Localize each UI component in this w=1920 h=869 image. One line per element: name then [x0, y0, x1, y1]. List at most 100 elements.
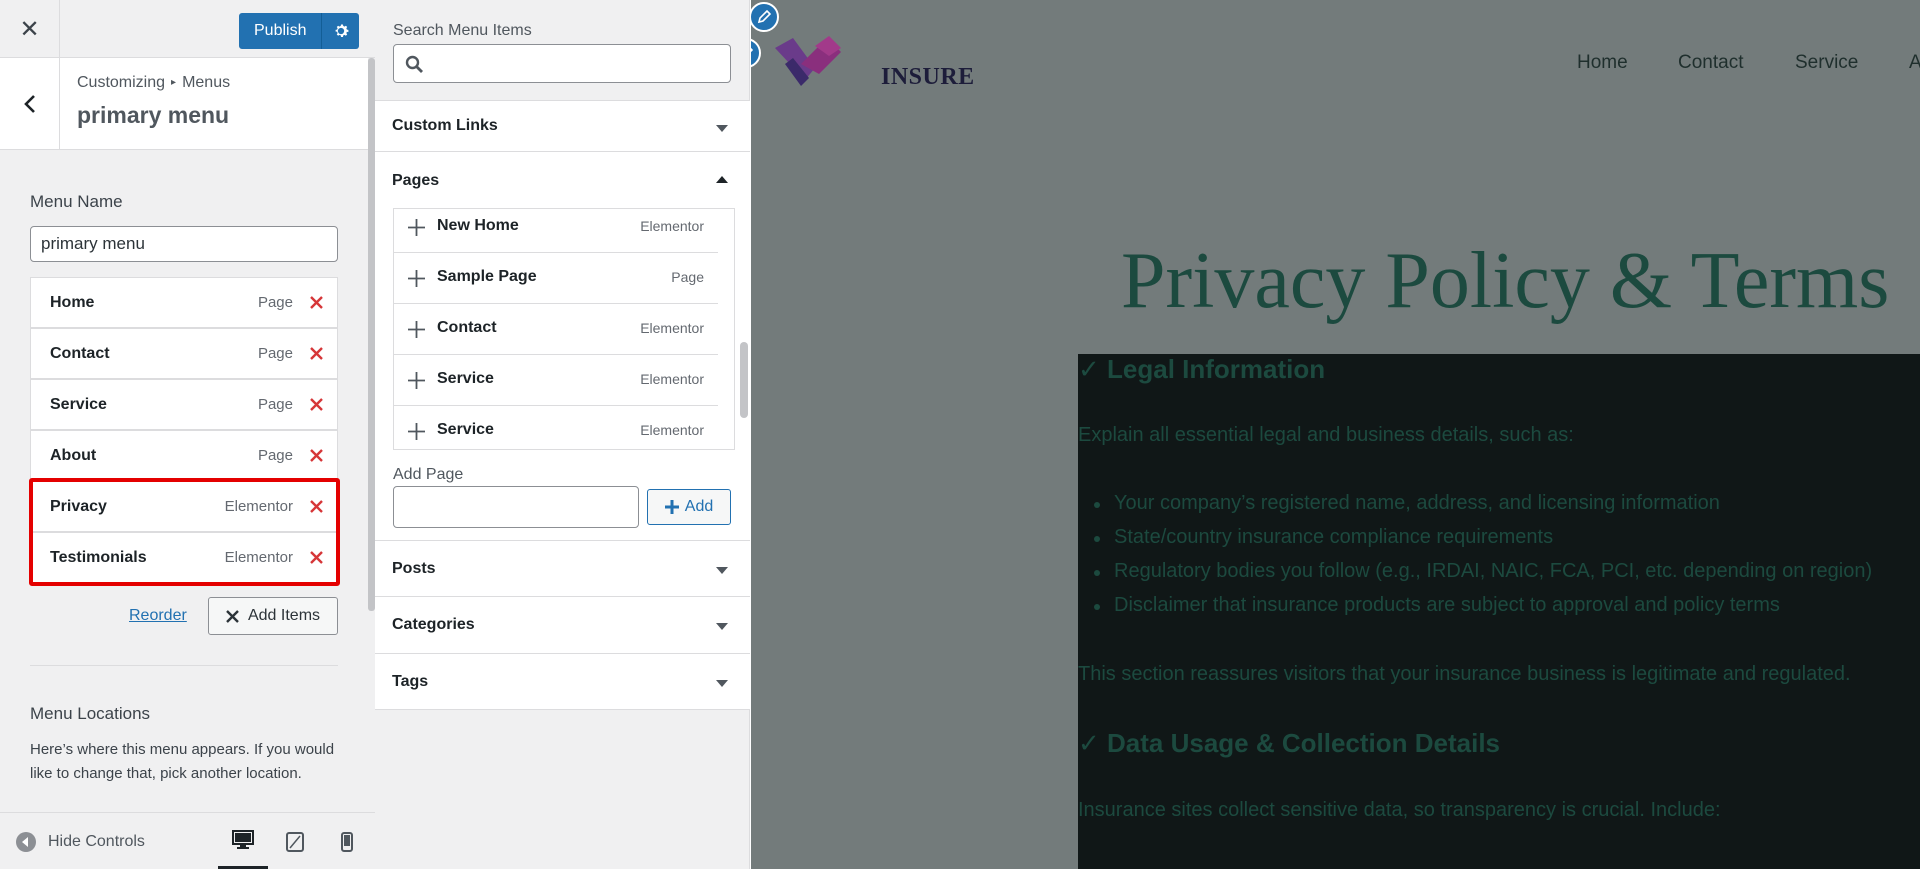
collapse-arrow-icon	[16, 831, 36, 852]
breadcrumb-separator-icon: ▸	[171, 77, 177, 88]
hide-controls-label: Hide Controls	[48, 832, 145, 850]
chevron-down-icon	[716, 567, 728, 574]
close-icon: ✕	[19, 15, 40, 43]
section-custom-links[interactable]: Custom Links	[375, 100, 750, 152]
add-items-label: Add Items	[247, 607, 321, 624]
menu-item[interactable]: Privacy Elementor	[30, 481, 338, 532]
list-item[interactable]: Sample Page Page	[394, 253, 718, 304]
mobile-icon	[341, 831, 353, 852]
paragraph: Explain all essential legal and business…	[1078, 424, 1574, 446]
section-posts[interactable]: Posts	[375, 540, 750, 597]
remove-menu-item-button[interactable]	[307, 345, 325, 363]
menu-locations-title: Menu Locations	[30, 704, 151, 723]
remove-menu-item-button[interactable]	[307, 294, 325, 312]
preview-desktop-button[interactable]	[218, 813, 268, 869]
delete-x-icon	[309, 398, 323, 411]
publish-button[interactable]: Publish	[239, 13, 322, 49]
page-hero-title: Privacy Policy & Terms	[1121, 237, 1890, 325]
page-title: Sample Page	[437, 268, 537, 285]
add-page-button-label: Add	[684, 498, 714, 515]
back-button[interactable]	[0, 58, 60, 150]
menu-item[interactable]: Service Page	[30, 379, 338, 430]
gear-icon	[335, 24, 349, 37]
pages-scrollbar[interactable]	[740, 342, 748, 418]
search-menu-items-input[interactable]	[393, 44, 731, 83]
search-icon	[405, 55, 423, 73]
menu-item-title: Home	[50, 293, 95, 311]
preview-mobile-button[interactable]	[322, 813, 372, 869]
chevron-down-icon	[716, 125, 728, 132]
chevron-down-icon	[716, 623, 728, 630]
section-title: Posts	[392, 560, 436, 577]
menu-item-title: Service	[50, 395, 107, 413]
menu-name-label: Menu Name	[30, 192, 123, 211]
panel-header: Customizing ▸ Menus primary menu	[0, 58, 368, 150]
panel-title: primary menu	[77, 102, 230, 128]
close-customizer-button[interactable]: ✕	[0, 0, 60, 58]
desktop-icon	[232, 829, 254, 849]
list-item: Disclaimer that insurance products are s…	[1094, 594, 1780, 616]
page-type: Elementor	[640, 371, 704, 387]
nav-link-contact[interactable]: Contact	[1678, 52, 1743, 74]
section-heading: ✓ Legal Information	[1078, 354, 1326, 384]
menu-item[interactable]: Testimonials Elementor	[30, 532, 338, 583]
menu-item-title: Testimonials	[50, 548, 147, 566]
menu-item-title: About	[50, 446, 97, 464]
page-title: New Home	[437, 217, 519, 234]
breadcrumb-parent: Customizing	[77, 74, 166, 91]
reorder-link[interactable]: Reorder	[129, 607, 187, 625]
remove-menu-item-button[interactable]	[307, 447, 325, 465]
page-type: Page	[671, 269, 704, 285]
nav-link-service[interactable]: Service	[1795, 52, 1858, 74]
paragraph: Insurance sites collect sensitive data, …	[1078, 799, 1721, 821]
add-page-button[interactable]: Add	[647, 489, 731, 525]
plus-icon	[664, 500, 679, 514]
menu-item-type: Elementor	[224, 498, 293, 515]
list-item: Your company’s registered name, address,…	[1094, 492, 1720, 514]
divider	[30, 665, 338, 666]
list-item[interactable]: Contact Elementor	[394, 304, 718, 355]
publish-settings-button[interactable]	[321, 13, 360, 49]
nav-link-home[interactable]: Home	[1577, 52, 1628, 74]
customizer-footer: Hide Controls	[0, 812, 375, 869]
menu-item-title: Privacy	[50, 497, 107, 515]
publish-group: Publish	[239, 13, 360, 49]
chevron-down-icon	[716, 680, 728, 687]
page-type: Elementor	[640, 320, 704, 336]
plus-icon	[408, 423, 425, 440]
delete-x-icon	[309, 551, 323, 564]
edit-shortcut-button[interactable]	[751, 2, 779, 32]
plus-icon	[408, 372, 425, 389]
chevron-left-icon	[23, 95, 35, 113]
panel-scrollbar[interactable]	[368, 58, 375, 611]
list-item[interactable]: Service Elementor	[394, 355, 718, 406]
menu-item-type: Page	[257, 294, 293, 311]
edit-shortcut-button[interactable]	[751, 38, 761, 68]
menu-item[interactable]: Home Page	[30, 277, 338, 328]
logo-text: INSURE	[881, 64, 975, 90]
menu-item[interactable]: Contact Page	[30, 328, 338, 379]
hide-controls-button[interactable]: Hide Controls	[16, 813, 145, 869]
breadcrumb-child: Menus	[182, 74, 231, 91]
section-title: Custom Links	[392, 117, 498, 134]
list-item[interactable]: Service Elementor	[394, 406, 718, 449]
add-items-button[interactable]: Add Items	[208, 597, 338, 635]
remove-menu-item-button[interactable]	[307, 549, 325, 567]
section-tags[interactable]: Tags	[375, 653, 750, 710]
add-page-input[interactable]	[393, 486, 639, 528]
delete-x-icon	[309, 449, 323, 462]
menu-item[interactable]: About Page	[30, 430, 338, 481]
nav-link-about[interactable]: A	[1909, 52, 1920, 74]
remove-menu-item-button[interactable]	[307, 498, 325, 516]
plus-icon	[408, 219, 425, 236]
preview-tablet-button[interactable]	[270, 813, 320, 869]
list-item[interactable]: New Home Elementor	[394, 209, 718, 253]
breadcrumb: Customizing ▸ Menus	[77, 74, 230, 92]
policy-content: ✓ Legal Information Explain all essentia…	[1078, 354, 1920, 869]
section-title[interactable]: Pages	[392, 172, 439, 190]
section-categories[interactable]: Categories	[375, 596, 750, 654]
menu-name-input[interactable]	[30, 226, 338, 262]
chevron-up-icon[interactable]	[716, 176, 728, 183]
remove-menu-item-button[interactable]	[307, 396, 325, 414]
site-logo[interactable]: INSURE	[771, 34, 974, 96]
